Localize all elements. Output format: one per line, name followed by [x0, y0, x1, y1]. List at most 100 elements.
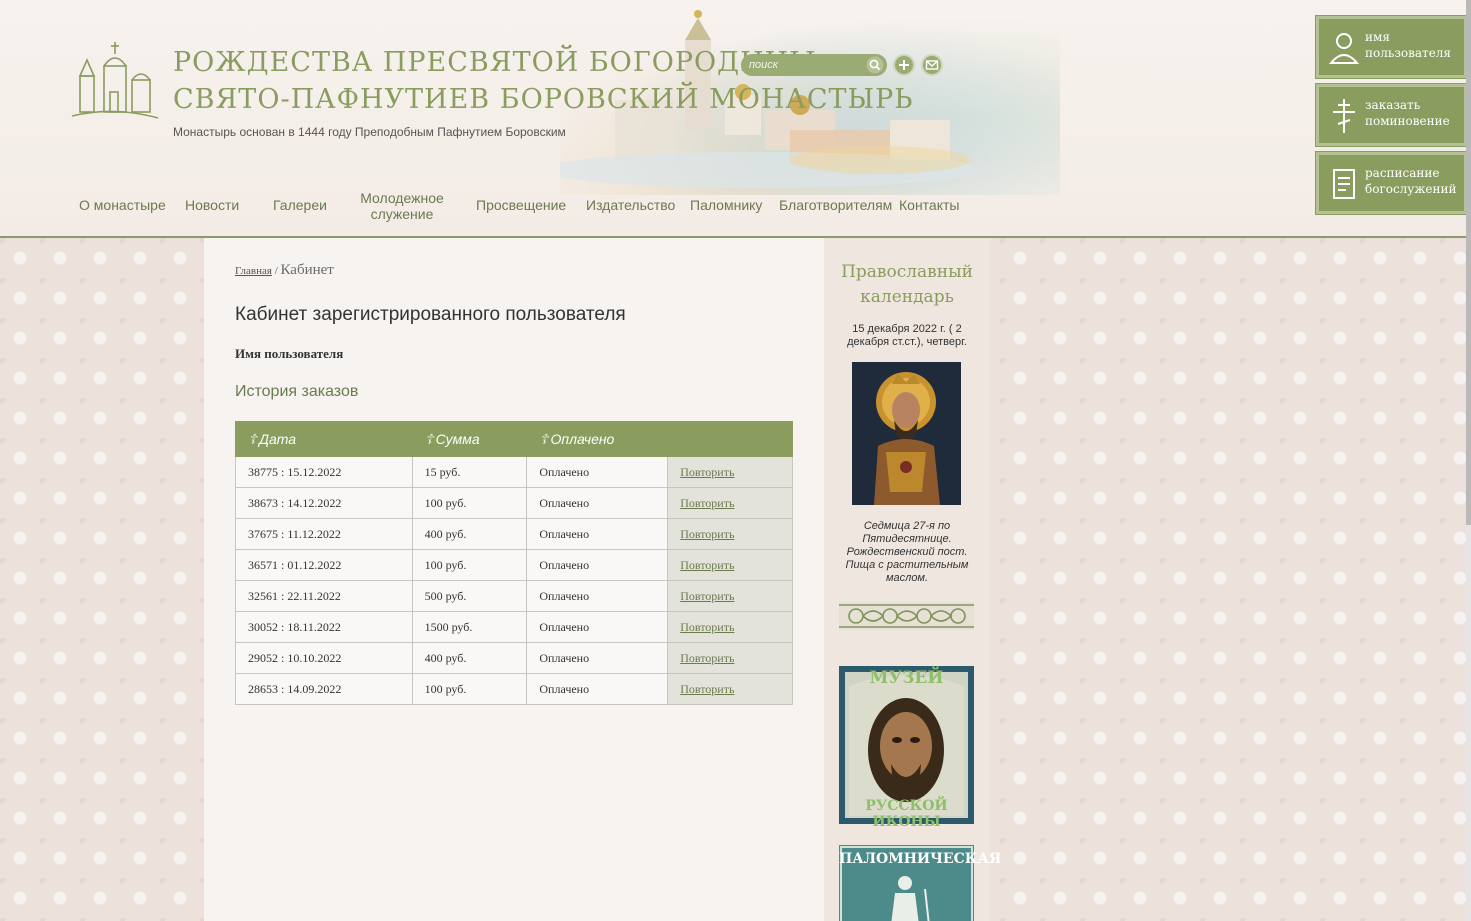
- museum-banner-bottom-text: русской иконы: [865, 798, 948, 830]
- add-button[interactable]: [893, 54, 915, 76]
- service-schedule-label: Расписание богослужений: [1365, 166, 1457, 196]
- paid-column-header[interactable]: ☦ Оплачено: [526, 421, 669, 457]
- orthodox-cross-icon: [1333, 99, 1355, 133]
- breadcrumb-current: Кабинет: [280, 262, 334, 278]
- breadcrumb-separator: /: [274, 265, 278, 277]
- calendar-note: Седмица 27-я по Пятидесятнице. Рождестве…: [845, 520, 969, 584]
- order-id-date: 37675 : 11.12.2022: [235, 518, 413, 550]
- saint-icon-image[interactable]: [852, 362, 961, 505]
- table-row: 36571 : 01.12.2022 100 руб. Оплачено Пов…: [235, 549, 793, 581]
- order-sum: 100 руб.: [411, 549, 528, 581]
- order-sum: 400 руб.: [411, 642, 528, 674]
- nav-item-donors[interactable]: Благотворителям: [779, 197, 892, 213]
- site-title-line2: Свято-Пафнутиев Боровский монастырь: [173, 84, 914, 115]
- order-action-cell: Повторить: [667, 518, 793, 550]
- order-history-title: История заказов: [235, 383, 359, 400]
- order-id-date: 32561 : 22.11.2022: [235, 580, 413, 612]
- table-row: 38673 : 14.12.2022 100 руб. Оплачено Пов…: [235, 487, 793, 519]
- order-id-date: 38775 : 15.12.2022: [235, 456, 413, 488]
- repeat-order-link[interactable]: Повторить: [680, 682, 734, 696]
- table-row: 28653 : 14.09.2022 100 руб. Оплачено Пов…: [235, 673, 793, 705]
- order-id-date: 29052 : 10.10.2022: [235, 642, 413, 674]
- order-paid-status: Оплачено: [526, 456, 669, 488]
- user-icon: [1328, 33, 1360, 64]
- order-sum: 1500 руб.: [411, 611, 528, 643]
- monastery-logo-icon: [71, 42, 159, 119]
- order-commemoration-label: Заказать поминовение: [1365, 98, 1450, 128]
- main-nav: О монастыре Новости Галереи Молодежное с…: [70, 188, 970, 224]
- page-scrollbar-thumb[interactable]: [1466, 0, 1471, 525]
- order-id-date: 28653 : 14.09.2022: [235, 673, 413, 705]
- order-sum: 400 руб.: [411, 518, 528, 550]
- document-icon: [1333, 169, 1355, 199]
- order-sum: 100 руб.: [411, 673, 528, 705]
- repeat-order-link[interactable]: Повторить: [680, 620, 734, 634]
- date-column-header[interactable]: ☦ Дата: [235, 421, 413, 457]
- order-paid-status: Оплачено: [526, 580, 669, 612]
- service-schedule-button[interactable]: Расписание богослужений: [1315, 151, 1468, 215]
- order-id-date: 38673 : 14.12.2022: [235, 487, 413, 519]
- plus-icon: [899, 60, 909, 70]
- user-name: Имя пользователя: [235, 346, 344, 361]
- order-paid-status: Оплачено: [526, 642, 669, 674]
- order-sum: 500 руб.: [411, 580, 528, 612]
- nav-item-education[interactable]: Просвещение: [476, 197, 566, 213]
- cross-ornament-icon: ☦: [424, 430, 434, 447]
- search-input[interactable]: [749, 56, 859, 74]
- order-action-cell: Повторить: [667, 580, 793, 612]
- site-subtitle: Монастырь основан в 1444 году Преподобны…: [173, 125, 566, 139]
- order-action-cell: Повторить: [667, 642, 793, 674]
- main-content: Главная / Кабинет Кабинет зарегистрирова…: [204, 238, 824, 921]
- nav-item-galleries[interactable]: Галереи: [273, 197, 327, 213]
- nav-item-publishing[interactable]: Издательство: [586, 197, 675, 213]
- repeat-order-link[interactable]: Повторить: [680, 651, 734, 665]
- action-column-header: [667, 421, 793, 457]
- nav-item-contacts[interactable]: Контакты: [899, 197, 959, 213]
- table-row: 37675 : 11.12.2022 400 руб. Оплачено Пов…: [235, 518, 793, 550]
- user-account-label: Имя пользователя: [1365, 30, 1451, 60]
- nav-item-about[interactable]: О монастыре: [79, 197, 166, 213]
- order-sum: 15 руб.: [411, 456, 528, 488]
- russian-icon-museum-banner[interactable]: Музей русской иконы: [839, 666, 974, 830]
- order-paid-status: Оплачено: [526, 673, 669, 705]
- repeat-order-link[interactable]: Повторить: [680, 465, 734, 479]
- repeat-order-link[interactable]: Повторить: [680, 527, 734, 541]
- order-id-date: 30052 : 18.11.2022: [235, 611, 413, 643]
- order-action-cell: Повторить: [667, 549, 793, 581]
- calendar-title[interactable]: Православный календарь: [824, 260, 990, 310]
- site-header: Рождества Пресвятой Богородицы Свято-Паф…: [0, 0, 1471, 238]
- pilgrim-service-banner[interactable]: Паломническая: [839, 845, 1001, 921]
- table-header-row: ☦ Дата ☦ Сумма ☦ Оплачено: [235, 421, 793, 457]
- breadcrumb-home-link[interactable]: Главная: [235, 265, 272, 277]
- table-row: 30052 : 18.11.2022 1500 руб. Оплачено По…: [235, 611, 793, 643]
- order-action-cell: Повторить: [667, 487, 793, 519]
- table-row: 29052 : 10.10.2022 400 руб. Оплачено Пов…: [235, 642, 793, 674]
- order-paid-status: Оплачено: [526, 487, 669, 519]
- order-sum: 100 руб.: [411, 487, 528, 519]
- breadcrumb: Главная / Кабинет: [235, 262, 334, 279]
- order-id-date: 36571 : 01.12.2022: [235, 549, 413, 581]
- user-account-button[interactable]: Имя пользователя: [1315, 15, 1468, 79]
- nav-item-youth[interactable]: Молодежное служение: [358, 190, 446, 222]
- nav-item-news[interactable]: Новости: [185, 197, 239, 213]
- order-paid-status: Оплачено: [526, 549, 669, 581]
- calendar-date: 15 декабря 2022 г. ( 2 декабря ст.ст.), …: [847, 323, 967, 348]
- order-action-cell: Повторить: [667, 456, 793, 488]
- ornament-divider: [839, 602, 974, 630]
- sum-column-header[interactable]: ☦ Сумма: [411, 421, 528, 457]
- mail-button[interactable]: [921, 54, 943, 76]
- repeat-order-link[interactable]: Повторить: [680, 558, 734, 572]
- order-action-cell: Повторить: [667, 673, 793, 705]
- nav-item-pilgrims[interactable]: Паломнику: [690, 197, 762, 213]
- right-sidebar: Православный календарь 15 декабря 2022 г…: [824, 238, 1001, 921]
- envelope-icon: [925, 60, 939, 70]
- search-box: [741, 54, 887, 76]
- order-commemoration-button[interactable]: Заказать поминовение: [1315, 83, 1468, 147]
- table-row: 38775 : 15.12.2022 15 руб. Оплачено Повт…: [235, 456, 793, 488]
- order-paid-status: Оплачено: [526, 611, 669, 643]
- search-icon[interactable]: [866, 56, 884, 74]
- table-row: 32561 : 22.11.2022 500 руб. Оплачено Пов…: [235, 580, 793, 612]
- repeat-order-link[interactable]: Повторить: [680, 589, 734, 603]
- cross-ornament-icon: ☦: [539, 430, 549, 447]
- repeat-order-link[interactable]: Повторить: [680, 496, 734, 510]
